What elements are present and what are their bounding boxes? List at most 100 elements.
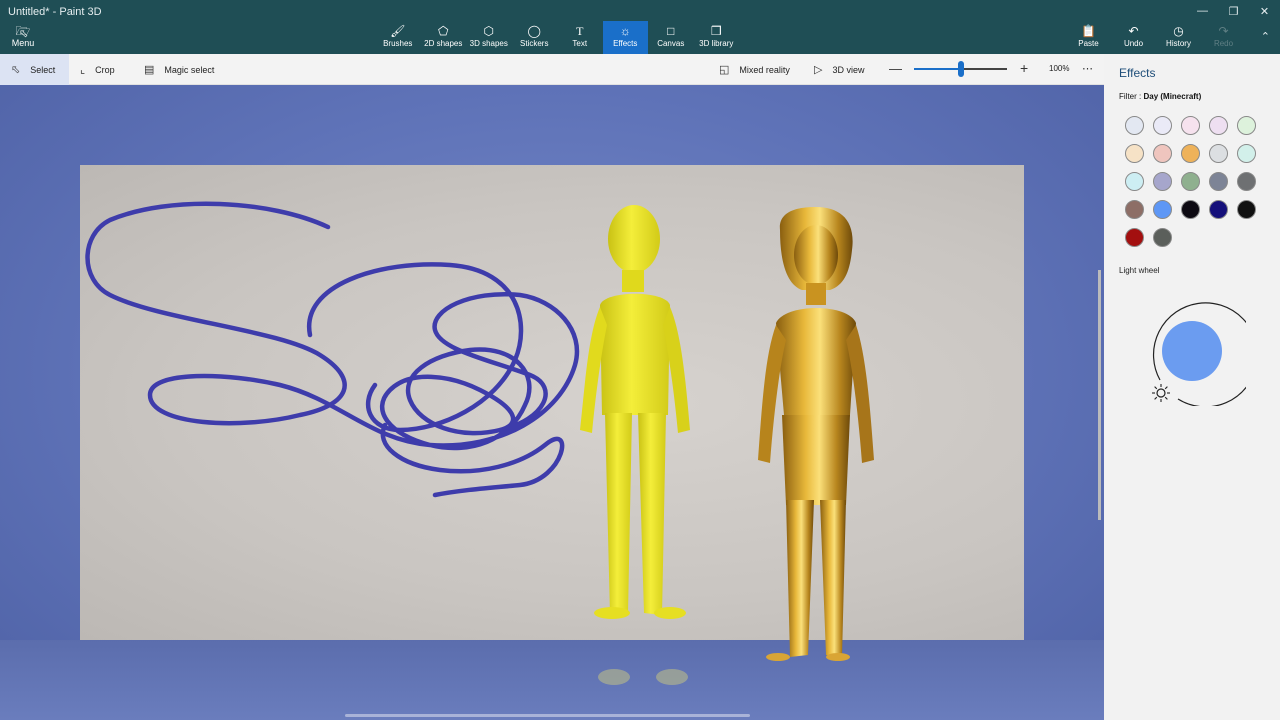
3d-view-button[interactable]: ▷ 3D view bbox=[814, 54, 864, 85]
action-buttons: 📋 Paste ↶ Undo ◷ History ↷ Redo bbox=[1066, 22, 1246, 54]
filter-swatch[interactable] bbox=[1237, 116, 1256, 135]
stickers-icon: ◯ bbox=[527, 24, 541, 38]
scribble-stroke-loop[interactable] bbox=[306, 262, 565, 498]
action-label: Paste bbox=[1078, 39, 1099, 48]
title-bar: Untitled* - Paint 3D — ❐ ✕ 🗁 Menu 🖌 Brus… bbox=[0, 0, 1280, 54]
pointer-icon: ⬁ bbox=[11, 64, 21, 76]
filter-value: Day (Minecraft) bbox=[1143, 92, 1202, 101]
filter-swatch[interactable] bbox=[1125, 200, 1144, 219]
filter-swatch[interactable] bbox=[1153, 200, 1172, 219]
filter-swatch[interactable] bbox=[1181, 116, 1200, 135]
window-title: Untitled* - Paint 3D bbox=[8, 6, 102, 18]
workspace[interactable] bbox=[0, 85, 1104, 720]
crop-tool[interactable]: ⌞ Crop bbox=[80, 54, 115, 85]
zoom-slider-thumb[interactable] bbox=[957, 61, 964, 77]
filter-swatch[interactable] bbox=[1125, 144, 1144, 163]
minimize-button[interactable]: — bbox=[1187, 0, 1218, 22]
action-label: Redo bbox=[1213, 39, 1234, 48]
tab-stickers[interactable]: ◯ Stickers bbox=[512, 21, 558, 54]
undo-button[interactable]: ↶ Undo bbox=[1111, 22, 1156, 54]
magic-select-tool[interactable]: ▤ Magic select bbox=[144, 54, 214, 85]
tab-3d-library[interactable]: ❒ 3D library bbox=[694, 21, 740, 54]
zoom-in-button[interactable]: + bbox=[1020, 60, 1028, 76]
vertical-scrollbar[interactable] bbox=[1098, 270, 1101, 520]
filter-swatch[interactable] bbox=[1181, 172, 1200, 191]
effects-icon: ☼ bbox=[619, 24, 631, 38]
horizontal-scrollbar[interactable] bbox=[345, 714, 750, 717]
tab-label: Text bbox=[572, 39, 588, 48]
tab-label: Brushes bbox=[383, 39, 413, 48]
redo-button[interactable]: ↷ Redo bbox=[1201, 22, 1246, 54]
3d-library-icon: ❒ bbox=[710, 24, 722, 38]
collapse-chevron-icon[interactable]: ⌃ bbox=[1261, 30, 1270, 43]
panel-title: Effects bbox=[1119, 66, 1156, 80]
filter-swatch[interactable] bbox=[1125, 172, 1144, 191]
reflection bbox=[656, 669, 688, 685]
filter-swatch[interactable] bbox=[1125, 116, 1144, 135]
magic-select-label: Magic select bbox=[164, 64, 215, 75]
filter-swatch[interactable] bbox=[1153, 144, 1172, 163]
filter-swatch[interactable] bbox=[1209, 144, 1228, 163]
2d-shapes-icon: ⬠ bbox=[438, 24, 449, 38]
tab-3d-shapes[interactable]: ⬡ 3D shapes bbox=[466, 21, 512, 54]
filter-swatch[interactable] bbox=[1125, 228, 1144, 247]
gold-figure[interactable] bbox=[758, 207, 874, 661]
mixed-reality-label: Mixed reality bbox=[739, 64, 790, 75]
3d-view-label: 3D view bbox=[832, 64, 865, 75]
tab-label: Canvas bbox=[657, 39, 685, 48]
mixed-reality-button[interactable]: ◱ Mixed reality bbox=[719, 54, 790, 85]
filter-swatch[interactable] bbox=[1237, 172, 1256, 191]
undo-icon: ↶ bbox=[1128, 24, 1139, 38]
filter-swatch[interactable] bbox=[1153, 116, 1172, 135]
zoom-slider[interactable] bbox=[914, 61, 1007, 77]
sub-toolbar: ⬁ Select ⌞ Crop ▤ Magic select ◱ Mixed r… bbox=[0, 54, 1104, 85]
filter-line: Filter : Day (Minecraft) bbox=[1119, 92, 1201, 101]
filter-swatch[interactable] bbox=[1181, 200, 1200, 219]
restore-button[interactable]: ❐ bbox=[1218, 0, 1249, 22]
select-tool[interactable]: ⬁ Select bbox=[0, 54, 69, 85]
light-wheel[interactable] bbox=[1138, 298, 1246, 406]
filter-swatch[interactable] bbox=[1153, 172, 1172, 191]
crop-icon: ⌞ bbox=[80, 64, 86, 76]
paste-button[interactable]: 📋 Paste bbox=[1066, 22, 1111, 54]
filter-swatch[interactable] bbox=[1237, 200, 1256, 219]
tab-effects[interactable]: ☼ Effects bbox=[602, 21, 648, 54]
zoom-out-button[interactable]: — bbox=[889, 61, 902, 76]
filter-label: Filter : bbox=[1119, 92, 1142, 101]
tab-label: 3D library bbox=[699, 39, 734, 48]
light-wheel-label: Light wheel bbox=[1119, 266, 1160, 275]
mixed-reality-icon: ◱ bbox=[719, 64, 730, 76]
action-label: History bbox=[1166, 39, 1191, 48]
zoom-value[interactable]: 100% bbox=[1049, 64, 1069, 73]
close-button[interactable]: ✕ bbox=[1249, 0, 1280, 22]
more-options-button[interactable]: ⋯ bbox=[1082, 62, 1094, 75]
canvas-icon: □ bbox=[667, 24, 675, 38]
tab-label: 2D shapes bbox=[424, 39, 463, 48]
tab-canvas[interactable]: □ Canvas bbox=[648, 21, 694, 54]
sun-icon[interactable] bbox=[1152, 384, 1170, 402]
filter-swatch[interactable] bbox=[1209, 172, 1228, 191]
filter-swatch[interactable] bbox=[1237, 144, 1256, 163]
tab-label: Effects bbox=[613, 39, 638, 48]
redo-icon: ↷ bbox=[1218, 24, 1229, 38]
history-button[interactable]: ◷ History bbox=[1156, 22, 1201, 54]
select-label: Select bbox=[30, 64, 56, 75]
filter-swatch[interactable] bbox=[1153, 228, 1172, 247]
text-icon: T bbox=[576, 24, 584, 38]
3d-shapes-icon: ⬡ bbox=[483, 24, 494, 38]
window-controls: — ❐ ✕ bbox=[1187, 0, 1280, 22]
yellow-figure[interactable] bbox=[580, 205, 690, 619]
tab-2d-shapes[interactable]: ⬠ 2D shapes bbox=[421, 21, 467, 54]
tab-label: 3D shapes bbox=[469, 39, 508, 48]
filter-swatch[interactable] bbox=[1181, 144, 1200, 163]
filter-swatch[interactable] bbox=[1209, 200, 1228, 219]
tab-label: Stickers bbox=[520, 39, 549, 48]
tab-text[interactable]: T Text bbox=[557, 21, 603, 54]
scene-objects bbox=[85, 201, 874, 685]
scribble-stroke[interactable] bbox=[85, 201, 580, 451]
magic-select-icon: ▤ bbox=[144, 64, 155, 76]
reflection bbox=[598, 669, 630, 685]
tab-brushes[interactable]: 🖌 Brushes bbox=[375, 21, 421, 54]
filter-swatch[interactable] bbox=[1209, 116, 1228, 135]
crop-label: Crop bbox=[95, 64, 115, 75]
